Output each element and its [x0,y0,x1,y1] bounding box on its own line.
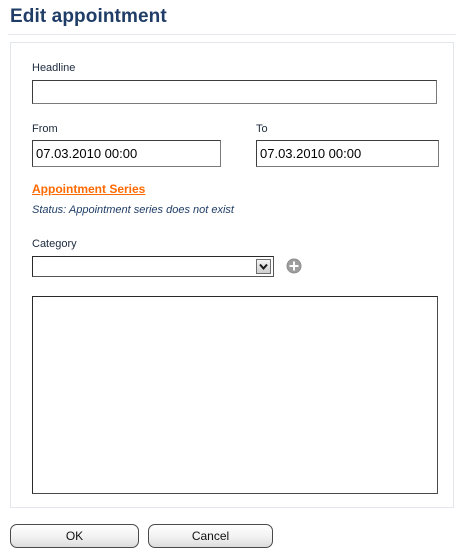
title-divider [8,34,456,35]
series-status-text: Status: Appointment series does not exis… [32,204,234,216]
from-datetime-input[interactable] [32,140,221,167]
headline-input[interactable] [32,80,437,104]
chevron-down-icon[interactable] [256,259,271,274]
category-select[interactable] [32,256,274,277]
add-category-icon[interactable] [286,258,302,274]
to-datetime-input[interactable] [256,140,439,167]
notes-textarea[interactable] [32,296,438,494]
cancel-button[interactable]: Cancel [148,524,273,548]
appointment-series-link[interactable]: Appointment Series [32,182,145,196]
ok-button[interactable]: OK [10,524,139,548]
headline-label: Headline [32,62,76,74]
to-label: To [256,123,268,135]
page-title: Edit appointment [10,6,167,27]
from-label: From [32,123,58,135]
category-label: Category [32,238,77,250]
